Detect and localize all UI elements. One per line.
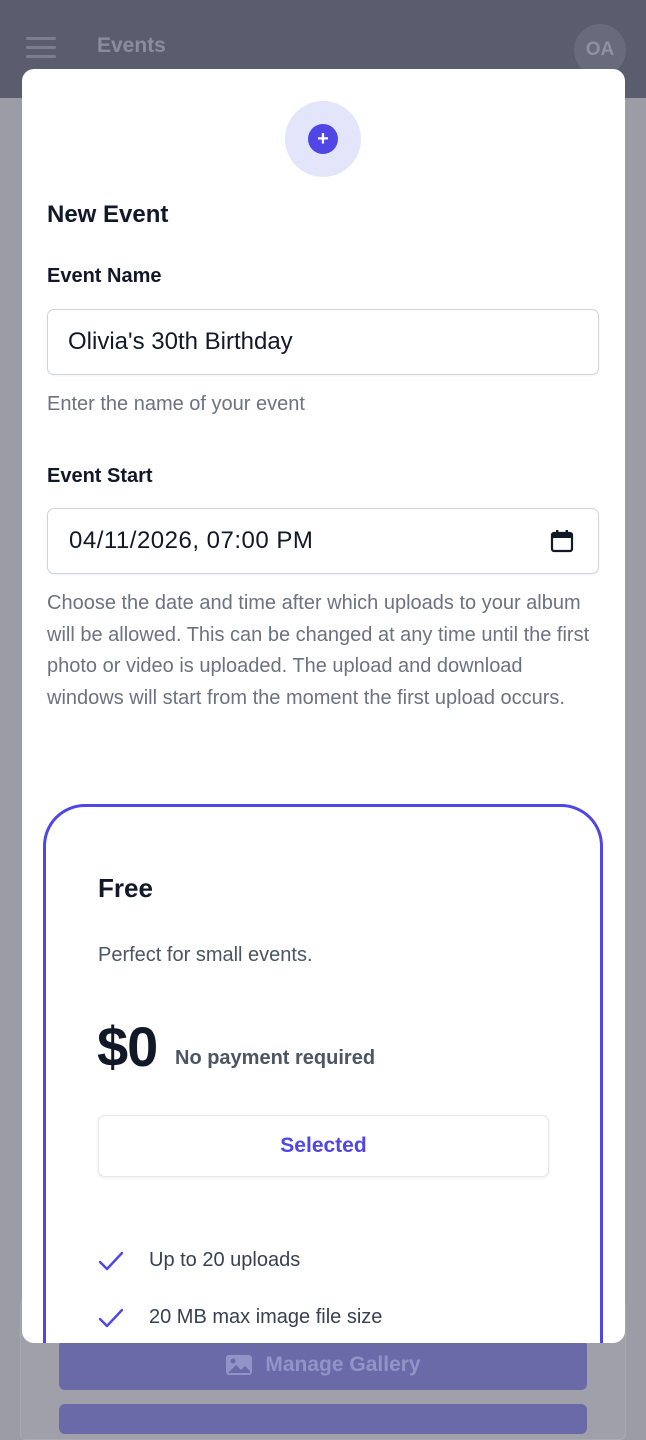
plan-price-note: No payment required bbox=[175, 1047, 376, 1069]
calendar-icon[interactable] bbox=[550, 529, 574, 553]
modal-icon-badge: + bbox=[285, 101, 361, 177]
manage-gallery-button[interactable]: Manage Gallery bbox=[59, 1340, 587, 1390]
plan-description: Perfect for small events. bbox=[98, 944, 313, 966]
plan-price: $0 bbox=[97, 1015, 158, 1078]
event-start-help: Choose the date and time after which upl… bbox=[47, 592, 590, 709]
event-name-input[interactable] bbox=[47, 309, 599, 375]
plus-icon: + bbox=[308, 124, 338, 154]
plan-feature-list: Up to 20 uploads 20 MB max image file si… bbox=[98, 1232, 558, 1343]
event-start-label: Event Start bbox=[47, 465, 153, 487]
event-start-value: 04/11/2026, 07:00 PM bbox=[69, 527, 314, 554]
plan-card-free[interactable]: Free Perfect for small events. $0 No pay… bbox=[43, 804, 603, 1343]
plan-feature-item: 20 MB max image file size bbox=[98, 1289, 558, 1343]
event-name-help: Enter the name of your event bbox=[47, 393, 305, 415]
modal-title: New Event bbox=[47, 201, 169, 228]
event-name-label: Event Name bbox=[47, 265, 162, 287]
app-title: Events bbox=[97, 34, 166, 57]
image-icon bbox=[226, 1355, 253, 1375]
plan-feature-text: 20 MB max image file size bbox=[149, 1306, 383, 1328]
check-icon bbox=[98, 1308, 124, 1327]
event-start-input[interactable]: 04/11/2026, 07:00 PM bbox=[47, 508, 599, 574]
plan-name: Free bbox=[98, 873, 153, 903]
menu-icon[interactable] bbox=[26, 37, 56, 59]
new-event-modal: + New Event Event Name Enter the name of… bbox=[22, 69, 625, 1343]
secondary-action-button[interactable] bbox=[59, 1404, 587, 1434]
plan-feature-item: Up to 20 uploads bbox=[98, 1232, 558, 1289]
manage-gallery-label: Manage Gallery bbox=[265, 1353, 421, 1376]
plan-feature-text: Up to 20 uploads bbox=[149, 1249, 301, 1271]
plan-selected-button[interactable]: Selected bbox=[98, 1115, 549, 1177]
check-icon bbox=[98, 1251, 124, 1270]
